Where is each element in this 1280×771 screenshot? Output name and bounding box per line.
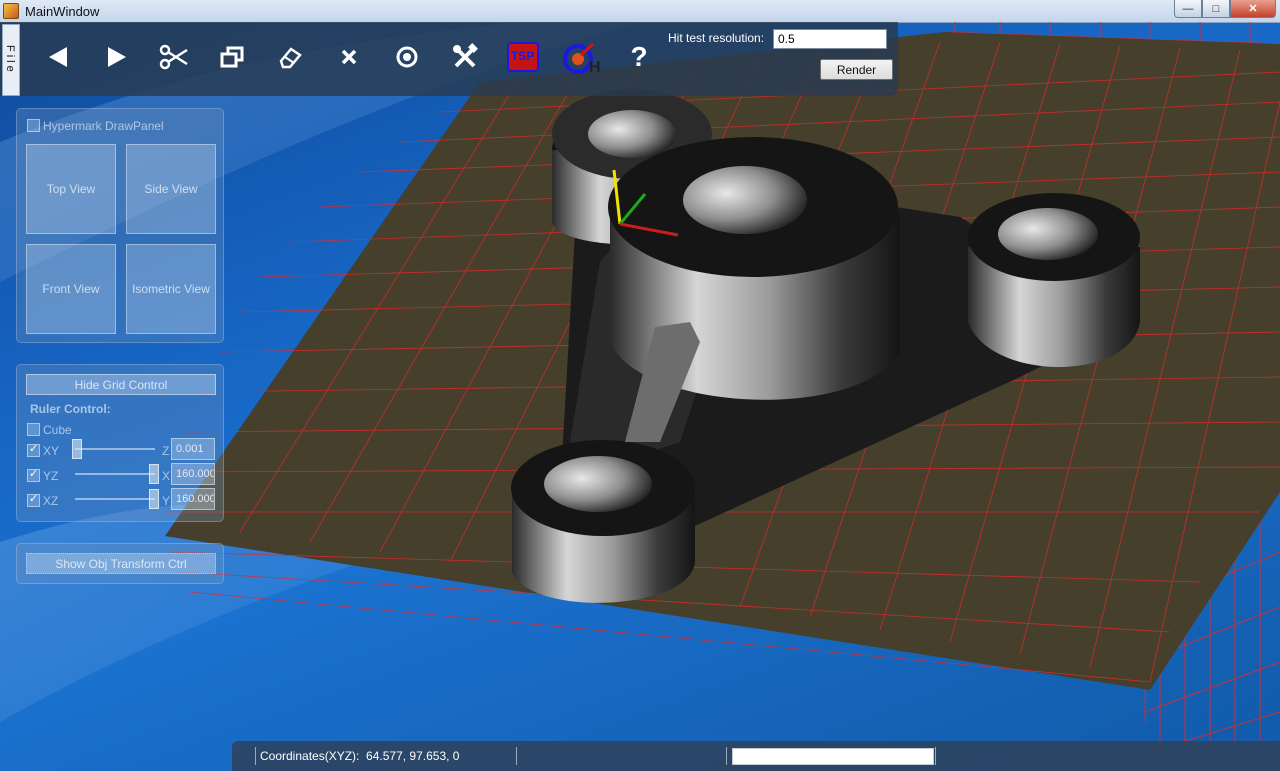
cube-label: Cube (43, 423, 72, 437)
side-view-button[interactable]: Side View (126, 144, 216, 234)
xy-checkbox[interactable] (27, 442, 40, 457)
hide-grid-control-button[interactable]: Hide Grid Control (26, 374, 216, 395)
xy-slider-thumb[interactable] (72, 439, 82, 459)
progress-bar (732, 748, 934, 765)
hit-test-label: Hit test resolution: (668, 31, 765, 45)
maximize-button[interactable]: □ (1202, 0, 1230, 18)
xz-slider-track[interactable] (75, 498, 155, 500)
coordinates-value: 64.577, 97.653, 0 (366, 749, 460, 763)
render-button[interactable]: Render (820, 59, 893, 80)
coordinates-readout: Coordinates(XYZ): 64.577, 97.653, 0 (260, 749, 459, 763)
xy-axis-label: Z (162, 444, 170, 458)
xz-value-field[interactable]: 160.000 (171, 488, 215, 510)
show-obj-transform-button[interactable]: Show Obj Transform Ctrl (26, 553, 216, 574)
title-bar: MainWindow — □ ✕ (0, 0, 1280, 23)
status-separator (935, 747, 936, 765)
svg-text:H: H (589, 59, 601, 74)
xz-label: XZ (43, 494, 59, 508)
delete-icon[interactable] (329, 36, 369, 78)
xy-slider-track[interactable] (75, 448, 155, 450)
window-title: MainWindow (25, 3, 100, 19)
draw-panel-title: Hypermark DrawPanel (43, 119, 164, 133)
tools-icon[interactable] (445, 36, 485, 78)
front-view-button[interactable]: Front View (26, 244, 116, 334)
yz-checkbox[interactable] (27, 467, 40, 482)
isometric-view-button[interactable]: Isometric View (126, 244, 216, 334)
coordinates-label: Coordinates(XYZ): (260, 749, 360, 763)
back-icon[interactable] (38, 36, 78, 78)
help-icon[interactable]: ? (619, 36, 659, 78)
windows-icon[interactable] (212, 36, 252, 78)
forward-icon[interactable] (97, 36, 137, 78)
app-icon (3, 3, 19, 19)
status-separator (255, 747, 256, 765)
yz-slider-thumb[interactable] (149, 464, 159, 484)
scissors-icon[interactable] (154, 36, 194, 78)
xz-axis-label: Y (162, 494, 171, 508)
status-separator (726, 747, 727, 765)
file-menu[interactable]: File (2, 24, 20, 96)
target-icon[interactable] (387, 36, 427, 78)
top-view-button[interactable]: Top View (26, 144, 116, 234)
yz-axis-label: X (162, 469, 171, 483)
xy-value-field[interactable]: 0.001 (171, 438, 215, 460)
xy-label: XY (43, 444, 60, 458)
eraser-icon[interactable] (270, 36, 310, 78)
minimize-button[interactable]: — (1174, 0, 1202, 18)
tsp-icon[interactable]: TSP (503, 36, 543, 78)
ruler-control-label: Ruler Control: (30, 402, 111, 416)
xz-slider-thumb[interactable] (149, 489, 159, 509)
yz-value-field[interactable]: 160.000 (171, 463, 215, 485)
xz-checkbox[interactable] (27, 492, 40, 507)
yz-slider-track[interactable] (75, 473, 155, 475)
status-separator (516, 747, 517, 765)
cube-checkbox[interactable] (27, 423, 40, 436)
window-controls: — □ ✕ (1174, 0, 1276, 18)
close-window-button[interactable]: ✕ (1230, 0, 1276, 18)
hit-icon[interactable]: H (561, 36, 601, 78)
draw-panel-checkbox[interactable] (27, 119, 40, 132)
tsp-label: TSP (511, 49, 535, 63)
hit-test-input[interactable] (773, 29, 887, 49)
yz-label: YZ (43, 469, 59, 483)
